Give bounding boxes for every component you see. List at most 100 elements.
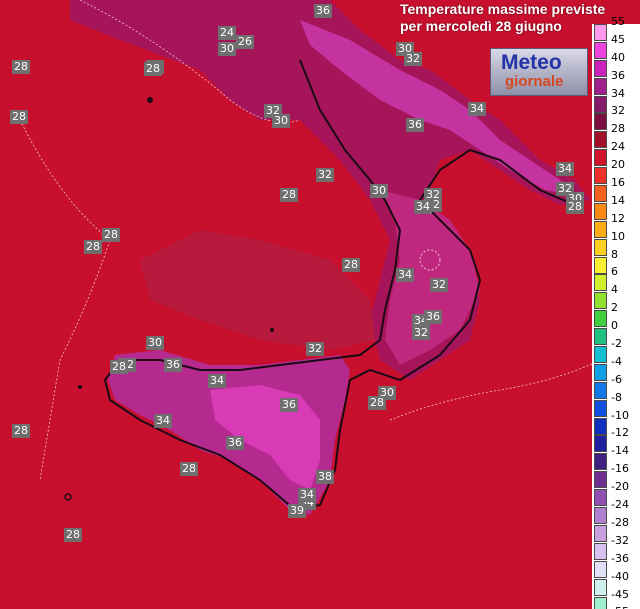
- legend-label: 10: [611, 229, 625, 243]
- legend-label: -2: [611, 337, 622, 351]
- legend-swatch: [594, 417, 607, 435]
- legend-swatch: [594, 238, 607, 256]
- temperature-value-label: 32: [316, 168, 334, 182]
- legend-swatch: [594, 113, 607, 131]
- temperature-value-label: 28: [64, 528, 82, 542]
- legend-swatch: [594, 256, 607, 274]
- legend-swatch: [594, 310, 607, 328]
- legend-label: 36: [611, 68, 625, 82]
- temperature-value-label: 28: [110, 360, 128, 374]
- legend-swatch: [594, 77, 607, 95]
- logo-line-2: giornale: [505, 73, 564, 90]
- temperature-value-label: 32: [306, 342, 324, 356]
- temperature-value-label: 28: [342, 258, 360, 272]
- legend-label: 12: [611, 211, 625, 225]
- legend-swatch: [594, 202, 607, 220]
- temperature-value-label: 24: [218, 26, 236, 40]
- temperature-value-label: 36: [406, 118, 424, 132]
- legend-swatch: [594, 274, 607, 292]
- legend-swatch: [594, 578, 607, 596]
- legend-swatch: [594, 560, 607, 578]
- legend-label: 45: [611, 32, 625, 46]
- legend-swatch: [594, 185, 607, 203]
- legend-swatch: [594, 435, 607, 453]
- legend-label: 8: [611, 247, 618, 261]
- legend-label: 6: [611, 265, 618, 279]
- temperature-value-label: 34: [414, 200, 432, 214]
- legend-label: -36: [611, 551, 629, 565]
- legend-swatch: [594, 596, 607, 609]
- legend-label: 40: [611, 50, 625, 64]
- legend-label: 32: [611, 104, 625, 118]
- legend-swatch: [594, 131, 607, 149]
- temperature-value-label: 28: [10, 110, 28, 124]
- legend-label: -20: [611, 480, 629, 494]
- temperature-value-label: 30: [146, 336, 164, 350]
- legend-label: -6: [611, 372, 622, 386]
- temperature-value-label: 30: [370, 184, 388, 198]
- legend-label: 14: [611, 193, 625, 207]
- temperature-legend: 55 45 40 36 34 32 28 24 20 16 14 12 10 8 6 4 2 0 -2 -4 -6 -8-…: [594, 15, 640, 609]
- legend-swatch: [594, 381, 607, 399]
- map-title: Temperature massime previste per mercole…: [400, 1, 605, 35]
- legend-label: -8: [611, 390, 622, 404]
- legend-label: -24: [611, 498, 629, 512]
- legend-label: 55: [611, 15, 625, 28]
- temperature-value-label: 32: [404, 52, 422, 66]
- temperature-value-label: 34: [298, 488, 316, 502]
- legend-label: -28: [611, 515, 629, 529]
- legend-label: -16: [611, 462, 629, 476]
- legend-label: -40: [611, 569, 629, 583]
- legend-label: 0: [611, 319, 618, 333]
- temperature-value-label: 36: [226, 436, 244, 450]
- temperature-value-label: 32: [412, 326, 430, 340]
- temperature-value-label: 38: [316, 470, 334, 484]
- legend-swatch: [594, 489, 607, 507]
- temperature-value-label: 28: [280, 188, 298, 202]
- legend-label: 4: [611, 283, 618, 297]
- temperature-value-label: 28: [180, 462, 198, 476]
- legend-swatch: [594, 346, 607, 364]
- legend-swatch: [594, 149, 607, 167]
- temperature-value-label: 34: [556, 162, 574, 176]
- temperature-value-label: 36: [314, 4, 332, 18]
- legend-swatch: [594, 41, 607, 59]
- legend-swatch: [594, 292, 607, 310]
- temperature-value-label: 28: [102, 228, 120, 242]
- legend-label: -12: [611, 426, 629, 440]
- temperature-value-label: 28: [12, 60, 30, 74]
- temperature-value-label: 30: [218, 42, 236, 56]
- legend-swatch: [594, 167, 607, 185]
- legend-label: 28: [611, 122, 625, 136]
- title-line-1: Temperature massime previste: [400, 1, 606, 17]
- temperature-value-label: 34: [154, 414, 172, 428]
- legend-swatch: [594, 524, 607, 542]
- temperature-value-label: 36: [280, 398, 298, 412]
- legend-label: -10: [611, 408, 629, 422]
- temperature-value-label: 28: [84, 240, 102, 254]
- temperature-value-label: 34: [468, 102, 486, 116]
- legend-swatch: [594, 24, 607, 41]
- temperature-value-label: 28: [368, 396, 386, 410]
- weather-map: Temperature massime previste per mercole…: [0, 0, 640, 609]
- temperature-value-label: 28: [144, 62, 162, 76]
- legend-swatch: [594, 363, 607, 381]
- legend-label: 20: [611, 158, 625, 172]
- temperature-value-label: 36: [424, 310, 442, 324]
- temperature-value-label: 26: [236, 35, 254, 49]
- temperature-value-label: 36: [164, 358, 182, 372]
- temperature-value-label: 34: [208, 374, 226, 388]
- legend-label: -14: [611, 444, 629, 458]
- temperature-value-label: 32: [430, 278, 448, 292]
- legend-swatch: [594, 95, 607, 113]
- small-island: [147, 97, 153, 103]
- legend-swatch: [594, 471, 607, 489]
- legend-label: -55: [611, 605, 629, 609]
- temperature-value-label: 39: [288, 504, 306, 518]
- temperature-value-label: 34: [396, 268, 414, 282]
- small-island: [270, 328, 274, 332]
- temperature-value-label: 30: [272, 114, 290, 128]
- meteogiornale-logo: Meteo giornale: [490, 48, 588, 96]
- legend-label: 24: [611, 140, 625, 154]
- legend-label: 2: [611, 301, 618, 315]
